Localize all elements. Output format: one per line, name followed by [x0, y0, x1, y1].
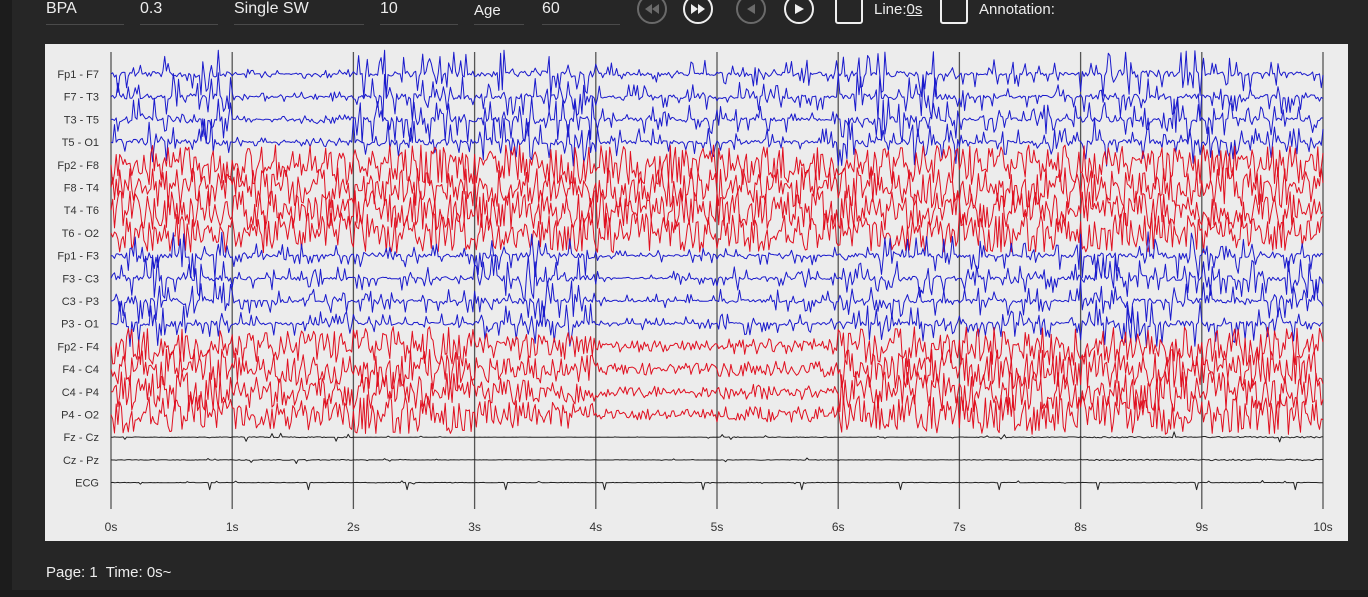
channel-label: ECG — [75, 478, 99, 490]
channel-label: Fp2 - F4 — [57, 341, 99, 353]
x-tick-label: 10s — [1313, 520, 1332, 534]
channel-label: P3 - O1 — [61, 319, 99, 331]
channel-label: C3 - P3 — [62, 296, 99, 308]
channel-label: F4 - C4 — [62, 364, 99, 376]
page-indicator: Page: 1 — [46, 564, 98, 581]
eeg-chart[interactable]: 0s 1s 2s 3s 4s 5s 6s 7s 8s 9s 10s Fp1 - F7 F7 - T3 T3… — [45, 44, 1348, 541]
mode-value: Single SW — [234, 0, 309, 17]
channel-label: C4 - P4 — [62, 387, 99, 399]
step-back-button[interactable] — [736, 0, 766, 24]
channel-label: P4 - O2 — [61, 410, 99, 422]
annotation-label: Annotation: — [979, 1, 1055, 18]
age-field-label: Age — [474, 0, 524, 25]
timebase-select[interactable]: 10 — [380, 0, 458, 25]
fast-forward-icon — [691, 4, 705, 14]
x-tick-label: 9s — [1195, 520, 1208, 534]
annotation-checkbox[interactable] — [940, 0, 968, 24]
play-icon — [795, 4, 804, 14]
fast-forward-button[interactable] — [683, 0, 713, 24]
lowcut-select[interactable]: 0.3 — [140, 0, 218, 25]
line-label: Line: — [874, 1, 907, 18]
x-tick-label: 4s — [589, 520, 602, 534]
time-indicator: Time: 0s~ — [105, 564, 172, 581]
x-tick-label: 3s — [468, 520, 481, 534]
x-tick-label: 8s — [1074, 520, 1087, 534]
x-tick-label: 0s — [105, 520, 118, 534]
x-tick-label: 1s — [226, 520, 239, 534]
x-tick-label: 2s — [347, 520, 360, 534]
eeg-viewer: BPA 0.3 Single SW 10 Age 60 Line:0s Anno… — [0, 0, 1368, 597]
channel-label: T6 - O2 — [62, 228, 99, 240]
channel-label: Cz - Pz — [63, 455, 99, 467]
channel-label: F8 - T4 — [64, 183, 99, 195]
status-bar: Page: 1 Time: 0s~ — [46, 564, 179, 581]
timebase-value: 10 — [380, 0, 398, 17]
age-value: 60 — [542, 0, 560, 17]
channel-label: T3 - T5 — [64, 114, 99, 126]
channel-label: Fz - Cz — [64, 432, 99, 444]
channel-label: Fp1 - F3 — [57, 251, 99, 263]
age-input[interactable]: 60 — [542, 0, 620, 25]
channel-label: Fp1 - F7 — [57, 69, 99, 81]
montage-value: BPA — [46, 0, 77, 17]
channel-label: F3 - C3 — [62, 273, 99, 285]
step-back-icon — [747, 4, 755, 14]
age-label: Age — [474, 2, 501, 19]
montage-select[interactable]: BPA — [46, 0, 124, 25]
x-tick-label: 6s — [832, 520, 845, 534]
channel-label: Fp2 - F8 — [57, 160, 99, 172]
rewind-button[interactable] — [637, 0, 667, 24]
mode-select[interactable]: Single SW — [234, 0, 364, 25]
channel-label: F7 - T3 — [64, 92, 99, 104]
lowcut-value: 0.3 — [140, 0, 163, 17]
channel-label: T4 - T6 — [64, 205, 99, 217]
line-control: Line:0s — [874, 1, 922, 18]
x-tick-label: 5s — [711, 520, 724, 534]
toolbar: BPA 0.3 Single SW 10 Age 60 Line:0s Anno… — [0, 0, 1368, 30]
channel-label: T5 - O1 — [62, 137, 99, 149]
play-button[interactable] — [784, 0, 814, 24]
rewind-icon — [645, 4, 659, 14]
x-tick-label: 7s — [953, 520, 966, 534]
line-checkbox[interactable] — [835, 0, 863, 24]
line-value-link[interactable]: 0s — [907, 1, 923, 18]
eeg-plot: 0s 1s 2s 3s 4s 5s 6s 7s 8s 9s 10s Fp1 - F7 F7 - T3 T3… — [57, 49, 1333, 534]
